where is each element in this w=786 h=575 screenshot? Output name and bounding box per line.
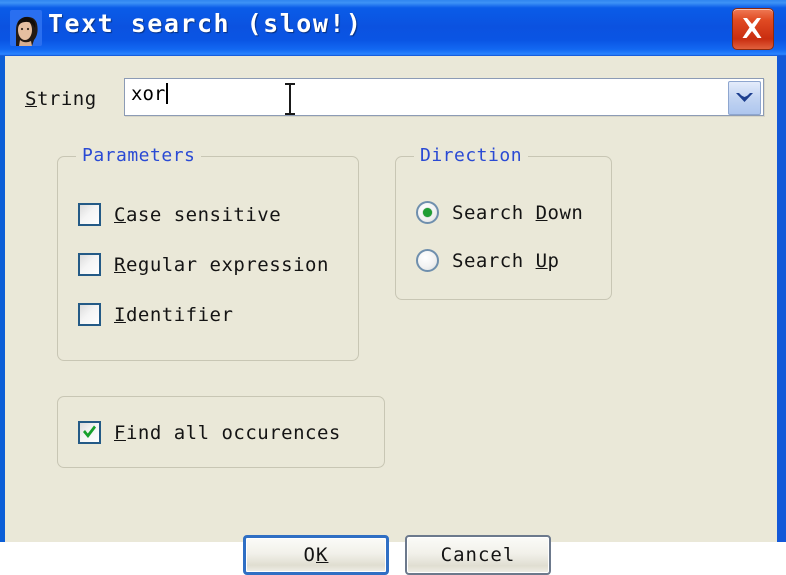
- accel-r: R: [114, 253, 126, 276]
- radio-selected-icon[interactable]: [416, 201, 439, 224]
- search-string-row: String xor: [19, 78, 764, 118]
- label-rest-search-down: own: [547, 201, 584, 224]
- label-rest-search-up: p: [547, 249, 560, 272]
- find-all-group: Find all occurences: [57, 396, 385, 468]
- close-icon[interactable]: [732, 8, 774, 50]
- label-prefix-search-up: Search: [452, 249, 536, 272]
- search-string-label-rest: tring: [36, 88, 97, 110]
- label-rest-case-sensitive: ase sensitive: [125, 203, 282, 226]
- checkbox-find-all-label: Find all occurences: [114, 422, 341, 444]
- accel-u: U: [535, 249, 548, 272]
- accel-c: C: [114, 203, 126, 226]
- text-caret: [166, 83, 169, 104]
- ok-button[interactable]: OK: [243, 535, 389, 575]
- checkbox-unchecked-icon[interactable]: [78, 253, 101, 276]
- ok-button-label: OK: [303, 544, 329, 566]
- parameters-group: Parameters Case sensitive Regular expres…: [57, 145, 359, 361]
- checkbox-case-sensitive-label: Case sensitive: [114, 204, 281, 226]
- radio-search-down-label: Search Down: [452, 202, 583, 224]
- checkbox-regular-expression-label: Regular expression: [114, 254, 329, 276]
- search-combobox[interactable]: xor: [124, 78, 764, 116]
- radio-search-up-label: Search Up: [452, 250, 559, 272]
- accel-i: I: [114, 303, 126, 326]
- accel-f: F: [114, 421, 126, 444]
- label-prefix-search-down: Search: [452, 201, 536, 224]
- search-input-value: xor: [131, 83, 166, 105]
- label-rest-regular-expression: egular expression: [125, 253, 329, 276]
- cancel-button[interactable]: Cancel: [405, 535, 551, 575]
- radio-dot: [423, 208, 432, 217]
- checkbox-checked-icon[interactable]: [78, 421, 101, 444]
- chevron-down-icon[interactable]: [728, 81, 761, 115]
- checkbox-regular-expression[interactable]: Regular expression: [78, 253, 329, 276]
- checkbox-identifier[interactable]: Identifier: [78, 303, 233, 326]
- checkbox-unchecked-icon[interactable]: [78, 203, 101, 226]
- radio-unselected-icon[interactable]: [416, 249, 439, 272]
- checkbox-identifier-label: Identifier: [114, 304, 233, 326]
- search-string-label: String: [25, 88, 97, 110]
- parameters-group-title: Parameters: [76, 145, 202, 166]
- label-rest-find-all: ind all occurences: [125, 421, 341, 444]
- checkbox-find-all-occurences[interactable]: Find all occurences: [78, 421, 341, 444]
- portrait-avatar-icon: [10, 10, 42, 46]
- radio-search-down[interactable]: Search Down: [416, 201, 583, 224]
- search-string-accel: S: [25, 88, 37, 110]
- checkbox-unchecked-icon[interactable]: [78, 303, 101, 326]
- radio-search-up[interactable]: Search Up: [416, 249, 559, 272]
- cancel-button-label: Cancel: [440, 544, 516, 566]
- title-bar[interactable]: Text search (slow!): [0, 0, 786, 56]
- accel-d: D: [535, 201, 548, 224]
- label-rest-identifier: dentifier: [125, 303, 234, 326]
- checkbox-case-sensitive[interactable]: Case sensitive: [78, 203, 281, 226]
- search-input[interactable]: xor: [131, 83, 169, 105]
- window-title: Text search (slow!): [48, 9, 363, 38]
- search-dialog-window: Text search (slow!) String xor Parameter…: [0, 0, 786, 575]
- accel-k: K: [316, 544, 329, 566]
- direction-group-title: Direction: [414, 145, 529, 166]
- direction-group: Direction Search Down Search Up: [395, 145, 612, 300]
- dialog-client-area: String xor Parameters Case sensitive Reg…: [5, 56, 777, 575]
